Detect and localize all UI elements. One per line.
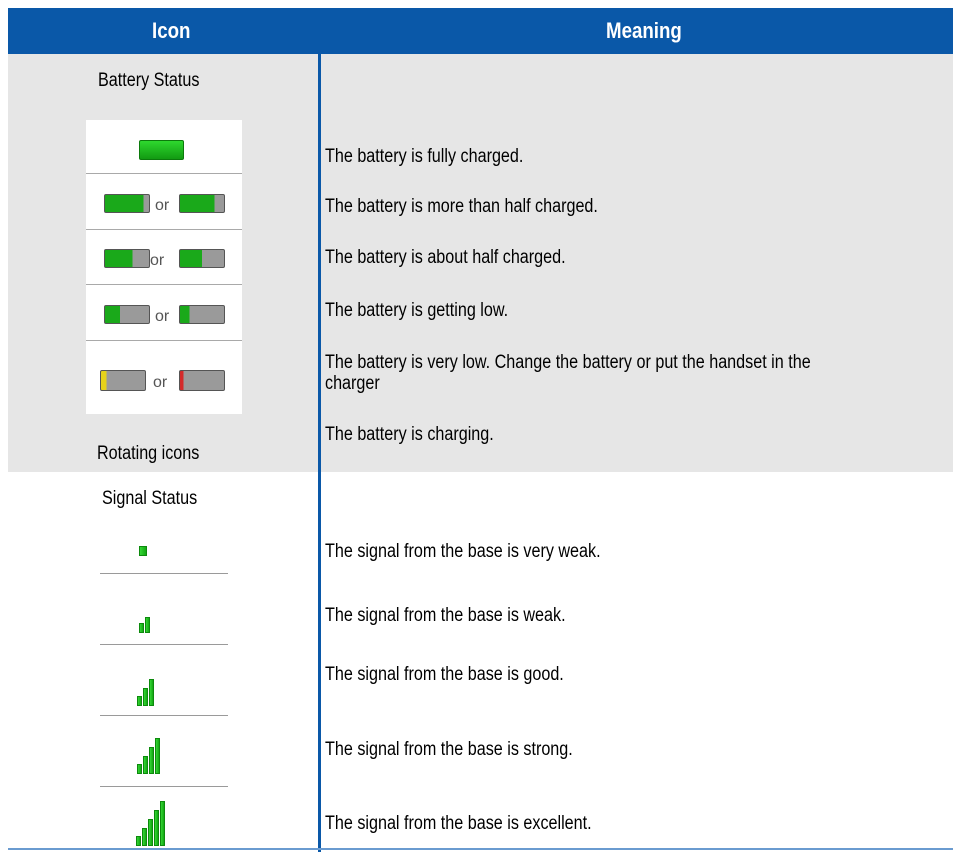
or-separator: or (150, 252, 165, 269)
table-bottom-border (8, 848, 953, 850)
signal-meaning-good: The signal from the base is good. (325, 664, 564, 685)
battery-meaning-low: The battery is getting low. (325, 300, 509, 321)
signal-meaning-excellent: The signal from the base is excellent. (325, 813, 592, 834)
signal-3-bars-icon (137, 676, 154, 706)
battery-meaning-charging: The battery is charging. (325, 424, 494, 445)
battery-meaning-very-low-2: charger (325, 373, 380, 394)
rotating-icons-label: Rotating icons (97, 443, 200, 464)
battery-high-icon (104, 194, 150, 213)
battery-high-icon (179, 194, 225, 213)
or-separator: or (155, 197, 170, 214)
row-separator (100, 786, 228, 787)
battery-meaning-high: The battery is more than half charged. (325, 196, 598, 217)
row-separator (100, 715, 228, 716)
battery-very-low-icon (100, 370, 146, 391)
signal-meaning-weak: The signal from the base is weak. (325, 605, 566, 626)
signal-4-bars-icon (137, 736, 160, 774)
icon-column-header: Icon (152, 18, 191, 43)
signal-5-bars-icon (136, 800, 165, 846)
column-divider (318, 54, 321, 852)
battery-meaning-very-low-1: The battery is very low. Change the batt… (325, 352, 811, 373)
meaning-column-header: Meaning (606, 18, 682, 43)
or-separator: or (155, 308, 170, 325)
table-header: Icon Meaning (8, 8, 953, 54)
row-separator (86, 284, 242, 285)
signal-meaning-very-weak: The signal from the base is very weak. (325, 541, 601, 562)
battery-half-icon (179, 249, 225, 268)
signal-section-title: Signal Status (102, 488, 198, 509)
battery-section-title: Battery Status (98, 70, 200, 91)
row-separator (86, 229, 242, 230)
battery-half-icon (104, 249, 150, 268)
or-separator: or (153, 374, 168, 391)
battery-empty-icon (179, 370, 225, 391)
row-separator (100, 573, 228, 574)
signal-1-bar-icon (139, 544, 147, 556)
battery-low-icon (104, 305, 150, 324)
battery-meaning-half: The battery is about half charged. (325, 247, 566, 268)
signal-2-bars-icon (139, 613, 150, 633)
battery-low-icon (179, 305, 225, 324)
row-separator (100, 644, 228, 645)
row-separator (86, 340, 242, 341)
row-separator (86, 173, 242, 174)
signal-meaning-strong: The signal from the base is strong. (325, 739, 573, 760)
battery-full-icon (139, 140, 184, 160)
battery-meaning-full: The battery is fully charged. (325, 146, 524, 167)
